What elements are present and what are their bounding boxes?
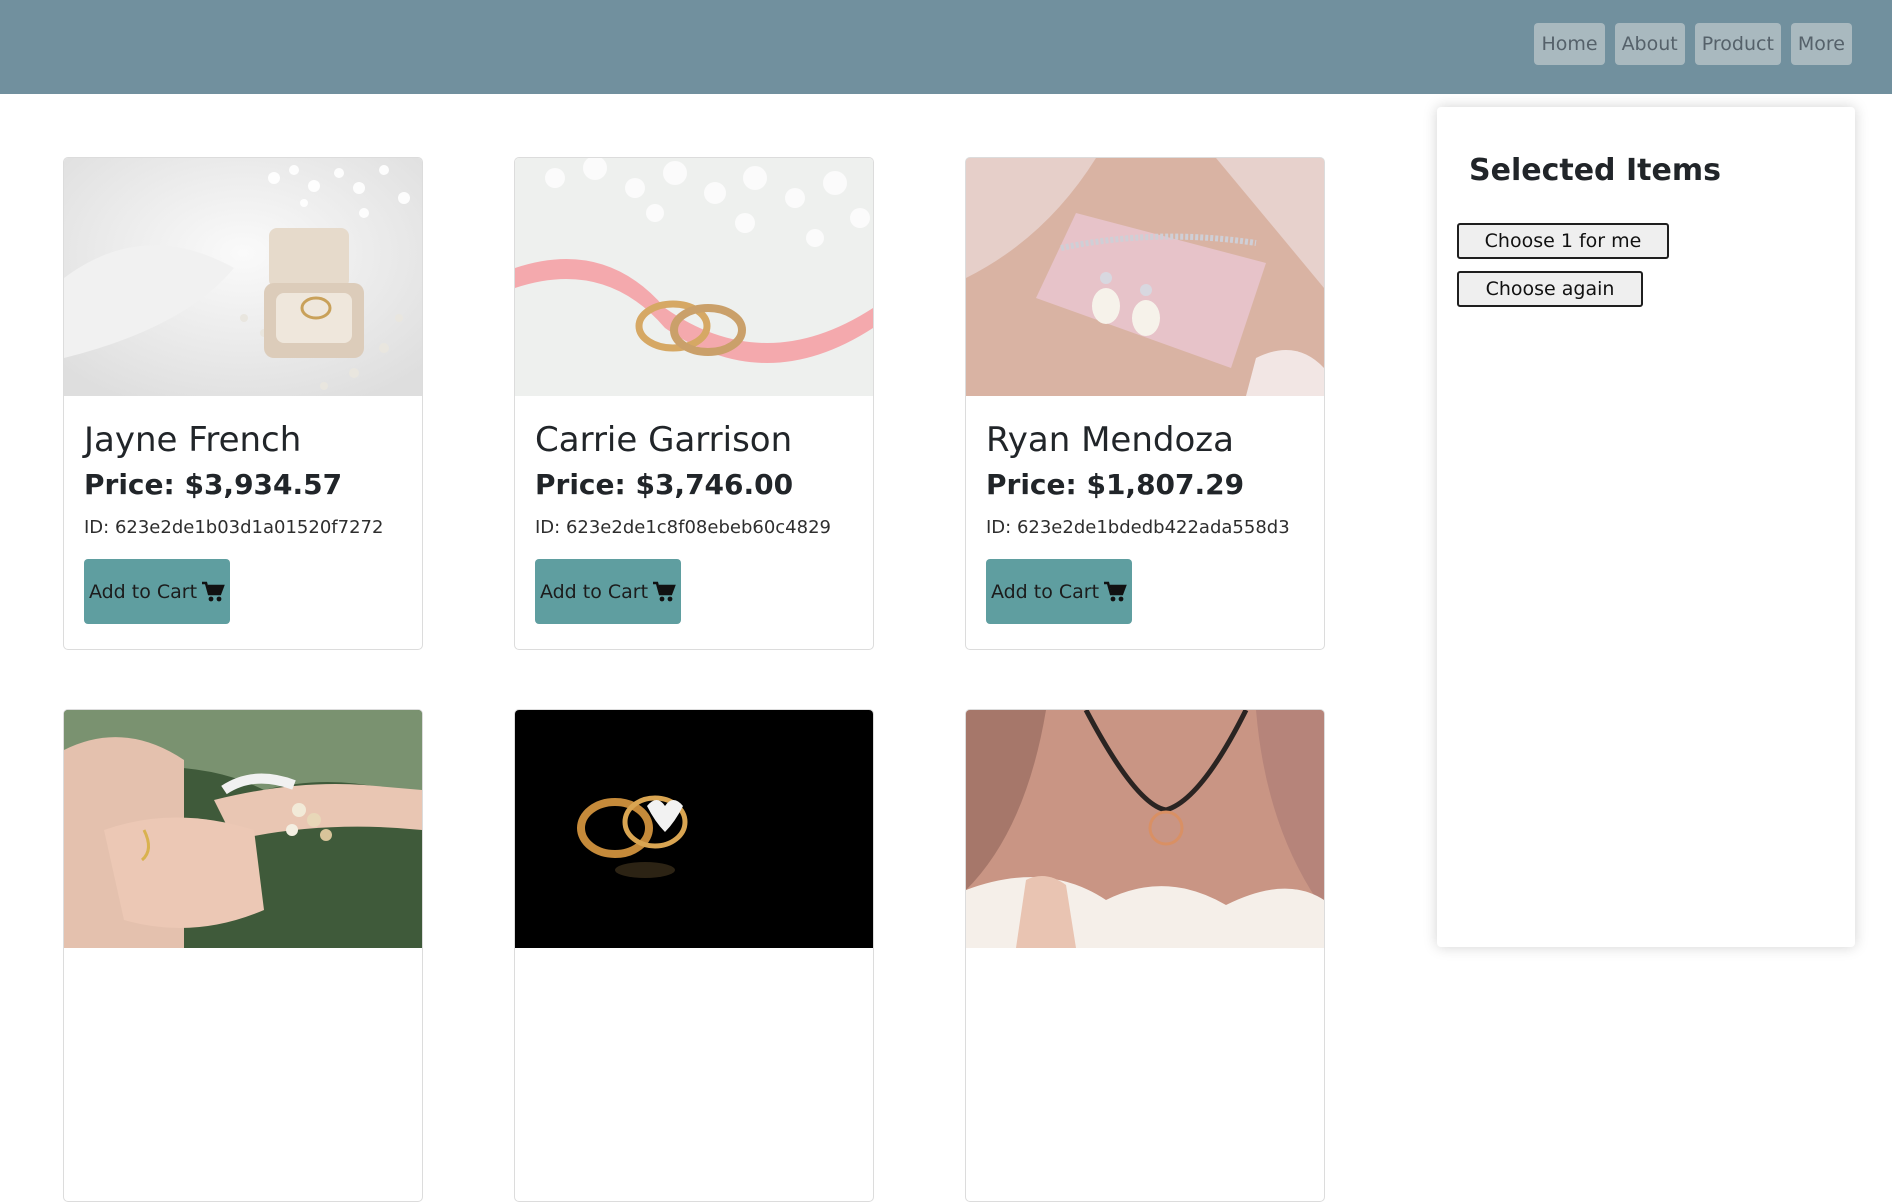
product-card: [965, 709, 1325, 1202]
product-price: Price: $1,807.29: [986, 468, 1245, 501]
nav-links: Home About Product More: [1534, 23, 1852, 65]
nav-more-link[interactable]: More: [1790, 23, 1852, 65]
cart-icon: [202, 581, 225, 601]
cart-icon: [653, 581, 676, 601]
ring-box-photo: [64, 158, 422, 396]
nav-about-link[interactable]: About: [1614, 23, 1685, 65]
pendant-necklace-photo: [966, 710, 1324, 948]
wedding-bands-photo: [515, 158, 873, 396]
product-grid: Jayne French Price: $3,934.57 ID: 623e2d…: [63, 157, 1328, 1202]
product-id: ID: 623e2de1b03d1a01520f7272: [84, 517, 384, 538]
choose-one-button[interactable]: Choose 1 for me: [1457, 223, 1669, 259]
sidebar-title: Selected Items: [1469, 153, 1721, 188]
product-card: Ryan Mendoza Price: $1,807.29 ID: 623e2d…: [965, 157, 1325, 650]
product-card: [514, 709, 874, 1202]
add-to-cart-label: Add to Cart: [88, 580, 198, 603]
product-card: Carrie Garrison Price: $3,746.00 ID: 623…: [514, 157, 874, 650]
product-id: ID: 623e2de1bdedb422ada558d3: [986, 517, 1290, 538]
top-navbar: Home About Product More: [0, 0, 1892, 94]
add-to-cart-label: Add to Cart: [990, 580, 1100, 603]
product-price: Price: $3,746.00: [535, 468, 794, 501]
add-to-cart-label: Add to Cart: [539, 580, 649, 603]
add-to-cart-button[interactable]: Add to Cart: [535, 559, 681, 624]
nav-home-link[interactable]: Home: [1534, 23, 1605, 65]
heart-ring-photo: [515, 710, 873, 948]
product-price: Price: $3,934.57: [84, 468, 343, 501]
nav-product-link[interactable]: Product: [1694, 23, 1781, 65]
selected-items-panel: Selected Items Choose 1 for me Choose ag…: [1437, 107, 1855, 947]
choose-again-button[interactable]: Choose again: [1457, 271, 1643, 307]
product-card: [63, 709, 423, 1202]
product-name: Jayne French: [84, 420, 302, 460]
product-name: Carrie Garrison: [535, 420, 793, 460]
add-to-cart-button[interactable]: Add to Cart: [84, 559, 230, 624]
cart-icon: [1104, 581, 1127, 601]
product-id: ID: 623e2de1c8f08ebeb60c4829: [535, 517, 831, 538]
bracelet-photo: [64, 710, 422, 948]
add-to-cart-button[interactable]: Add to Cart: [986, 559, 1132, 624]
product-name: Ryan Mendoza: [986, 420, 1234, 460]
pearl-earrings-photo: [966, 158, 1324, 396]
product-card: Jayne French Price: $3,934.57 ID: 623e2d…: [63, 157, 423, 650]
